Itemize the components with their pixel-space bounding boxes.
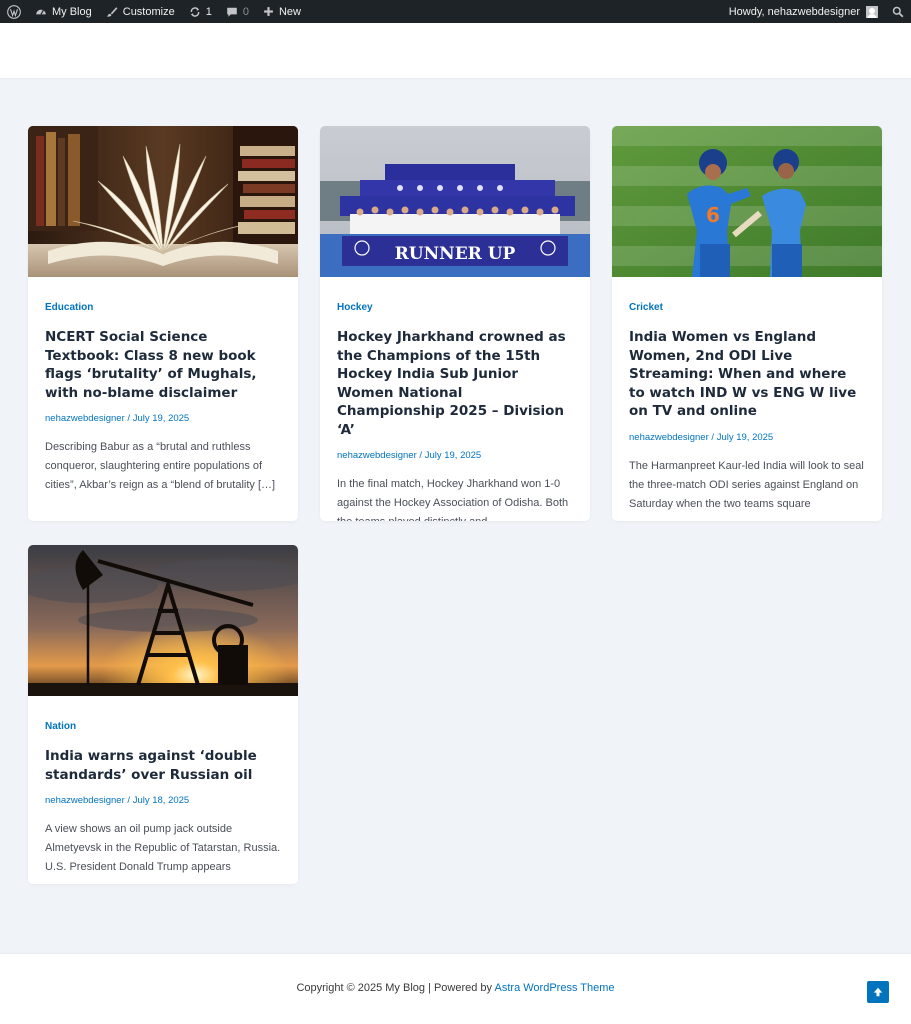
post-date: July 18, 2025 xyxy=(132,795,190,806)
comment-icon xyxy=(227,7,237,17)
cricket-players-photo: 6 xyxy=(612,126,882,277)
post-author-link[interactable]: nehazwebdesigner xyxy=(337,450,417,461)
svg-text:6: 6 xyxy=(706,203,720,227)
customize-menu[interactable]: Customize xyxy=(99,0,182,23)
plus-icon xyxy=(264,7,273,16)
post-card: Nation India warns against ‘double stand… xyxy=(28,545,298,884)
avatar xyxy=(866,5,878,18)
comments-menu[interactable]: 0 xyxy=(219,0,256,23)
post-card: 6 Cricket India Women vs England Women, … xyxy=(612,126,882,521)
post-title-link[interactable]: India warns against ‘double standards’ o… xyxy=(45,747,281,784)
theme-credit-link[interactable]: Astra WordPress Theme xyxy=(495,982,615,994)
site-name-menu[interactable]: My Blog xyxy=(28,0,99,23)
updates-count: 1 xyxy=(205,5,212,18)
post-date: July 19, 2025 xyxy=(424,450,482,461)
post-meta: nehazwebdesigner / July 19, 2025 xyxy=(45,413,281,424)
post-category-link[interactable]: Hockey xyxy=(337,302,373,313)
comments-count: 0 xyxy=(242,5,249,18)
admin-bar: My Blog Customize 1 0 New Howdy, nehazwe… xyxy=(0,0,911,23)
post-meta: nehazwebdesigner / July 18, 2025 xyxy=(45,795,281,806)
new-content-menu[interactable]: New xyxy=(256,0,308,23)
post-meta: nehazwebdesigner / July 19, 2025 xyxy=(337,450,573,461)
post-card: Education NCERT Social Science Textbook:… xyxy=(28,126,298,521)
post-excerpt: Describing Babur as a “brutal and ruthle… xyxy=(45,441,276,491)
wordpress-logo-button[interactable] xyxy=(0,0,28,23)
search-icon xyxy=(892,6,904,17)
post-excerpt: The Harmanpreet Kaur-led India will look… xyxy=(629,459,864,510)
post-title-link[interactable]: India Women vs England Women, 2nd ODI Li… xyxy=(629,328,865,421)
updates-icon xyxy=(190,6,200,17)
customize-label: Customize xyxy=(122,5,175,18)
admin-search-button[interactable] xyxy=(885,0,911,23)
scroll-to-top-button[interactable] xyxy=(867,981,889,1003)
meta-separator: / xyxy=(127,413,131,424)
post-category-link[interactable]: Education xyxy=(45,302,93,313)
arrow-up-icon xyxy=(873,987,883,997)
post-thumbnail-book[interactable] xyxy=(28,126,298,277)
brush-icon xyxy=(106,6,118,17)
post-thumbnail-cricket[interactable]: 6 xyxy=(612,126,882,277)
post-date: July 19, 2025 xyxy=(132,413,190,424)
meta-separator: / xyxy=(127,795,131,806)
post-author-link[interactable]: nehazwebdesigner xyxy=(45,795,125,806)
meta-separator: / xyxy=(711,431,715,443)
runner-up-banner-text: RUNNER UP xyxy=(395,244,516,264)
post-author-link[interactable]: nehazwebdesigner xyxy=(45,413,125,424)
oil-pump-sunset-photo xyxy=(28,545,298,696)
post-meta: nehazwebdesigner / July 19, 2025 xyxy=(629,432,865,443)
post-card: RUNNER UP Hockey Hockey Jharkhand crowne… xyxy=(320,126,590,521)
post-author-link[interactable]: nehazwebdesigner xyxy=(629,432,709,443)
post-category-link[interactable]: Cricket xyxy=(629,302,663,313)
footer-copyright: Copyright © 2025 My Blog | Powered by As… xyxy=(0,982,911,994)
updates-menu[interactable]: 1 xyxy=(182,0,219,23)
post-thumbnail-oil[interactable] xyxy=(28,545,298,696)
site-name-label: My Blog xyxy=(52,5,92,18)
new-label: New xyxy=(278,5,301,18)
post-category-link[interactable]: Nation xyxy=(45,721,76,732)
post-date: July 19, 2025 xyxy=(716,431,774,443)
post-title-link[interactable]: Hockey Jharkhand crowned as the Champion… xyxy=(337,328,573,439)
hockey-team-photo: RUNNER UP xyxy=(320,126,590,277)
post-thumbnail-hockey[interactable]: RUNNER UP xyxy=(320,126,590,277)
post-title-link[interactable]: NCERT Social Science Textbook: Class 8 n… xyxy=(45,328,281,402)
my-account-menu[interactable]: Howdy, nehazwebdesigner xyxy=(722,0,885,23)
dashboard-icon xyxy=(36,9,46,15)
open-book-photo xyxy=(28,126,298,277)
meta-separator: / xyxy=(419,450,423,461)
copyright-text: Copyright © 2025 My Blog | Powered by xyxy=(296,982,493,994)
howdy-greeting: Howdy, nehazwebdesigner xyxy=(728,5,860,18)
post-excerpt: In the final match, Hockey Jharkhand won… xyxy=(337,478,569,521)
wordpress-logo-icon xyxy=(7,4,21,19)
site-footer: Copyright © 2025 My Blog | Powered by As… xyxy=(0,953,911,1024)
post-excerpt: A view shows an oil pump jack outside Al… xyxy=(45,823,281,873)
site-header xyxy=(0,23,911,79)
